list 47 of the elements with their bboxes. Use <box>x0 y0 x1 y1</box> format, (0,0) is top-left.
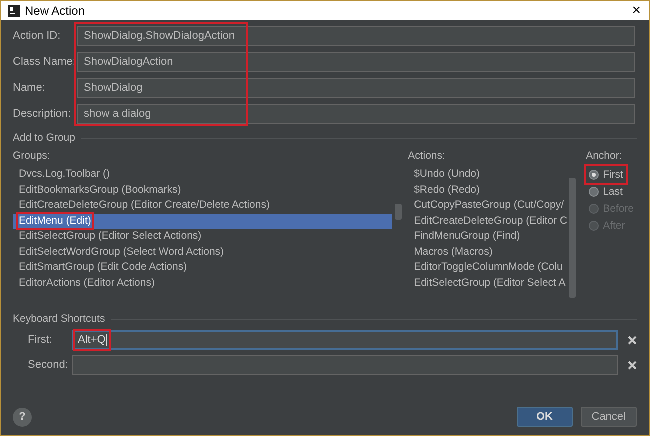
text-field[interactable]: ShowDialog.ShowDialogAction <box>77 26 635 46</box>
help-button[interactable]: ? <box>13 408 32 426</box>
action-item[interactable]: FindMenuGroup (Find) <box>408 229 566 244</box>
action-item[interactable]: CutCopyPasteGroup (Cut/Copy/ <box>408 198 566 214</box>
action-item[interactable]: EditorToggleColumnMode (Colu <box>408 260 566 276</box>
window-title: New Action <box>25 4 86 18</box>
clear-icon[interactable] <box>628 336 637 344</box>
groups-label: Groups: <box>13 150 52 164</box>
field-label: Description: <box>13 108 72 120</box>
action-item[interactable]: $Undo (Undo) <box>408 167 566 182</box>
text-field[interactable]: ShowDialog <box>77 78 635 98</box>
radio-option[interactable]: First <box>586 166 626 183</box>
field-label: Action ID: <box>13 30 62 42</box>
group-item[interactable]: EditBookmarksGroup (Bookmarks) <box>13 182 392 198</box>
cancel-button[interactable]: Cancel <box>580 407 637 427</box>
scrollbar-thumb[interactable] <box>569 178 576 298</box>
shortcut-label: Second: <box>28 359 70 371</box>
shortcut-label: First: <box>28 334 54 346</box>
radio-option[interactable]: Last <box>586 183 626 200</box>
radio-button[interactable] <box>589 186 600 196</box>
clear-icon[interactable] <box>628 360 637 370</box>
field-label: Class Name: <box>13 56 77 68</box>
shortcut-field[interactable] <box>72 355 618 375</box>
group-item[interactable]: EditCreateDeleteGroup (Editor Create/Delete Actions) <box>13 198 392 214</box>
action-item[interactable]: EditCreateDeleteGroup (Editor C <box>408 214 566 229</box>
text-field[interactable]: show a dialog <box>77 104 635 124</box>
field-label: Name: <box>13 82 46 94</box>
group-item[interactable]: EditSelectGroup (Editor Select Actions) <box>13 229 392 244</box>
close-button[interactable]: × <box>628 2 645 19</box>
app-icon <box>8 4 20 16</box>
section-title: Add to Group <box>13 132 76 144</box>
scrollbar-thumb[interactable] <box>395 204 402 220</box>
anchor-label: Anchor: <box>586 150 624 164</box>
actions-label: Actions: <box>408 150 446 164</box>
ok-button[interactable]: OK <box>516 407 573 427</box>
shortcut-field[interactable]: Alt+Q <box>72 330 618 350</box>
action-item[interactable]: EditSelectGroup (Editor Select A <box>408 276 566 291</box>
group-item[interactable]: EditorActions (Editor Actions) <box>13 276 392 291</box>
section-title: Keyboard Shortcuts <box>13 313 106 325</box>
group-item[interactable]: EditSmartGroup (Edit Code Actions) <box>13 260 392 276</box>
action-item[interactable]: Macros (Macros) <box>408 244 566 260</box>
group-item[interactable]: EditSelectWordGroup (Select Word Actions) <box>13 244 392 260</box>
action-item[interactable]: $Redo (Redo) <box>408 182 566 198</box>
group-item[interactable]: Dvcs.Log.Toolbar () <box>13 167 392 182</box>
text-field[interactable]: ShowDialogAction <box>77 52 635 72</box>
radio-button[interactable] <box>589 170 600 180</box>
group-item[interactable]: EditMenu (Edit) <box>13 214 392 229</box>
